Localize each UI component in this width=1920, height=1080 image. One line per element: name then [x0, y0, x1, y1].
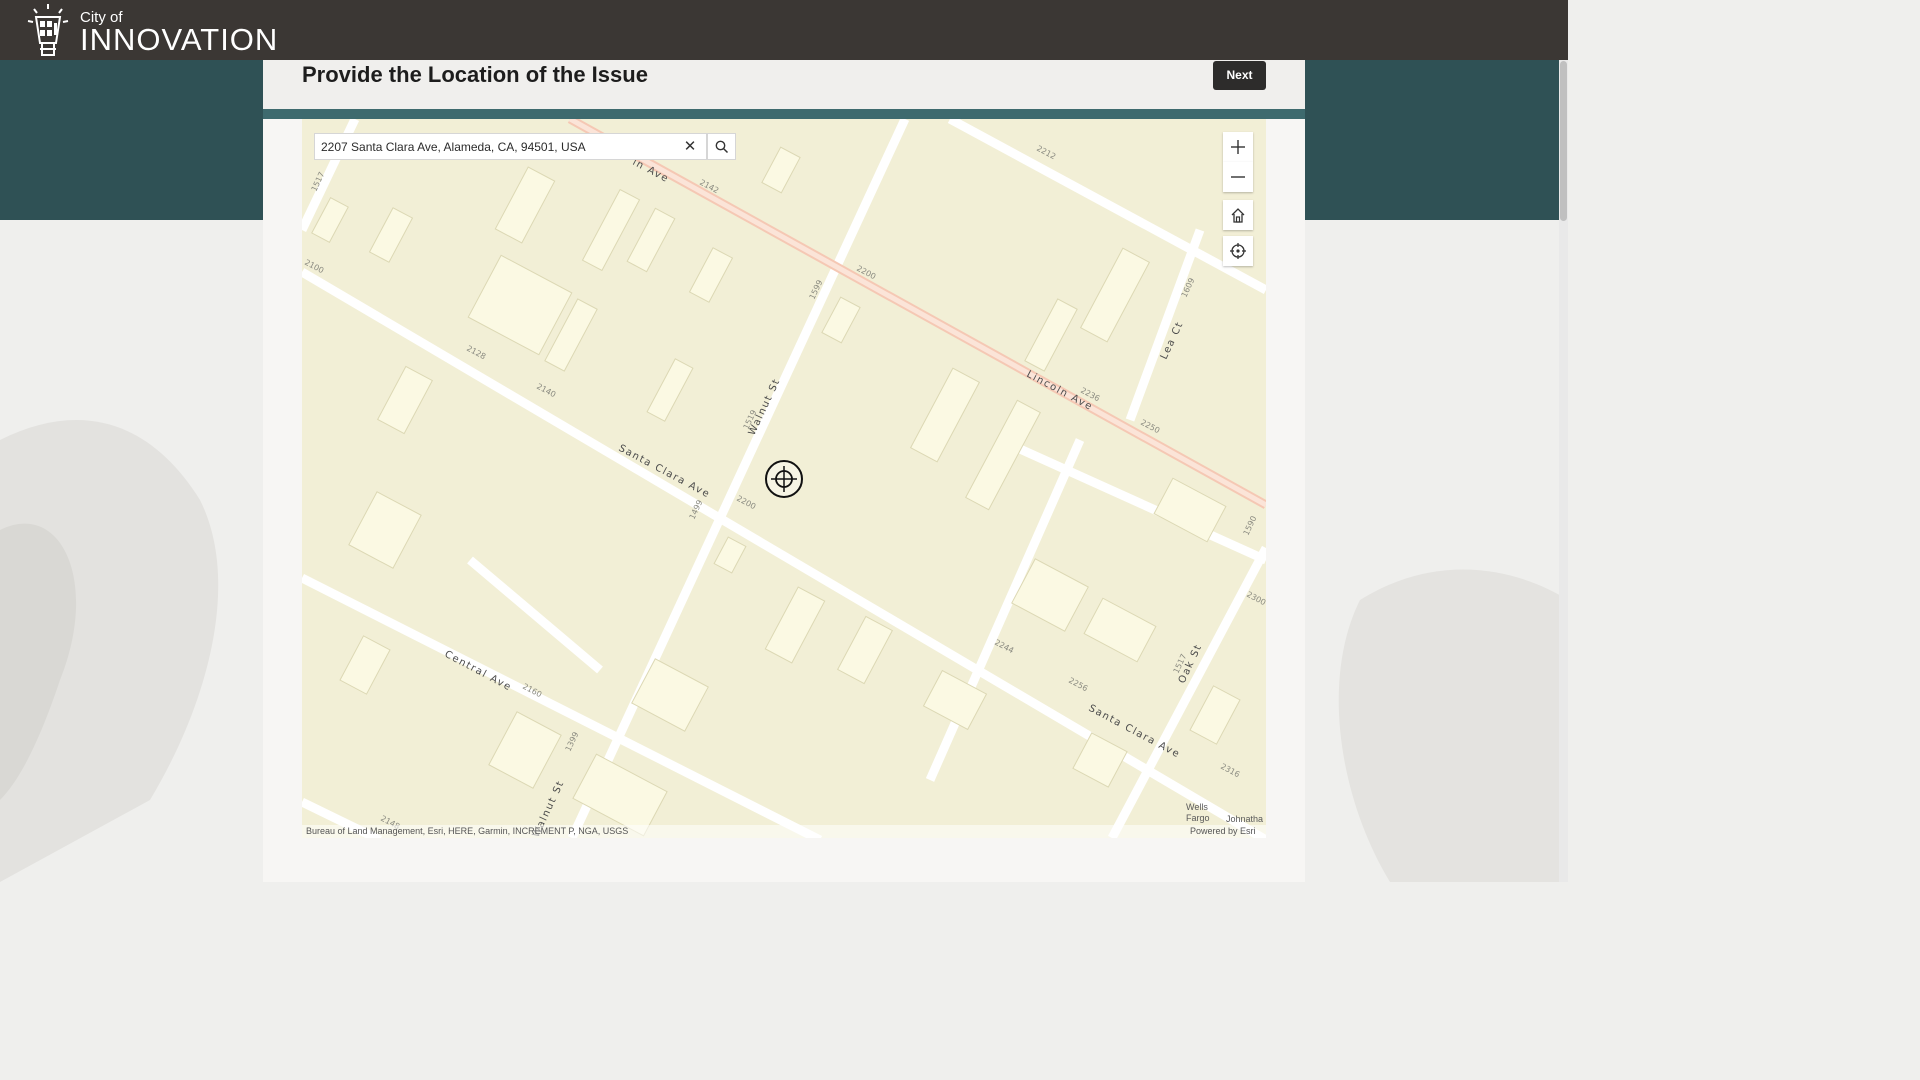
plus-icon — [1231, 140, 1245, 154]
page-title: Provide the Location of the Issue — [302, 62, 648, 87]
search-input[interactable]: 2207 Santa Clara Ave, Alameda, CA, 94501… — [321, 140, 586, 154]
lightbulb-icon — [27, 4, 69, 56]
next-button[interactable]: Next — [1213, 61, 1266, 90]
locate-icon — [1230, 243, 1246, 259]
wave-decoration-right — [1338, 569, 1568, 882]
zoom-in-button[interactable] — [1223, 132, 1253, 162]
logo-innovation: INNOVATION — [80, 22, 279, 57]
decorative-strip — [263, 109, 1305, 119]
home-button[interactable] — [1223, 200, 1253, 230]
close-icon[interactable]: ✕ — [682, 139, 698, 155]
scrollbar-thumb[interactable] — [1560, 61, 1567, 221]
wave-decoration — [0, 420, 219, 882]
home-icon — [1231, 208, 1245, 223]
search-box[interactable]: 2207 Santa Clara Ave, Alameda, CA, 94501… — [314, 133, 707, 160]
poi-label-wells-fargo: Wells Fargo — [1186, 802, 1210, 823]
search-button[interactable] — [707, 133, 736, 160]
map-attribution-bar: Bureau of Land Management, Esri, HERE, G… — [302, 825, 1266, 838]
poi-label-johnathan: Johnatha — [1226, 814, 1264, 824]
attribution-text: Bureau of Land Management, Esri, HERE, G… — [306, 826, 629, 836]
locate-button[interactable] — [1223, 236, 1253, 266]
map-view[interactable]: Walnut St Santa Clara Ave Santa Clara Av… — [302, 119, 1266, 838]
zoom-out-button[interactable] — [1223, 162, 1253, 192]
basemap: Walnut St Santa Clara Ave Santa Clara Av… — [302, 119, 1266, 838]
powered-by-esri[interactable]: Powered by Esri — [1190, 826, 1256, 836]
minus-icon — [1231, 176, 1245, 178]
location-crosshair-icon[interactable] — [765, 460, 803, 498]
search-icon — [715, 140, 729, 154]
